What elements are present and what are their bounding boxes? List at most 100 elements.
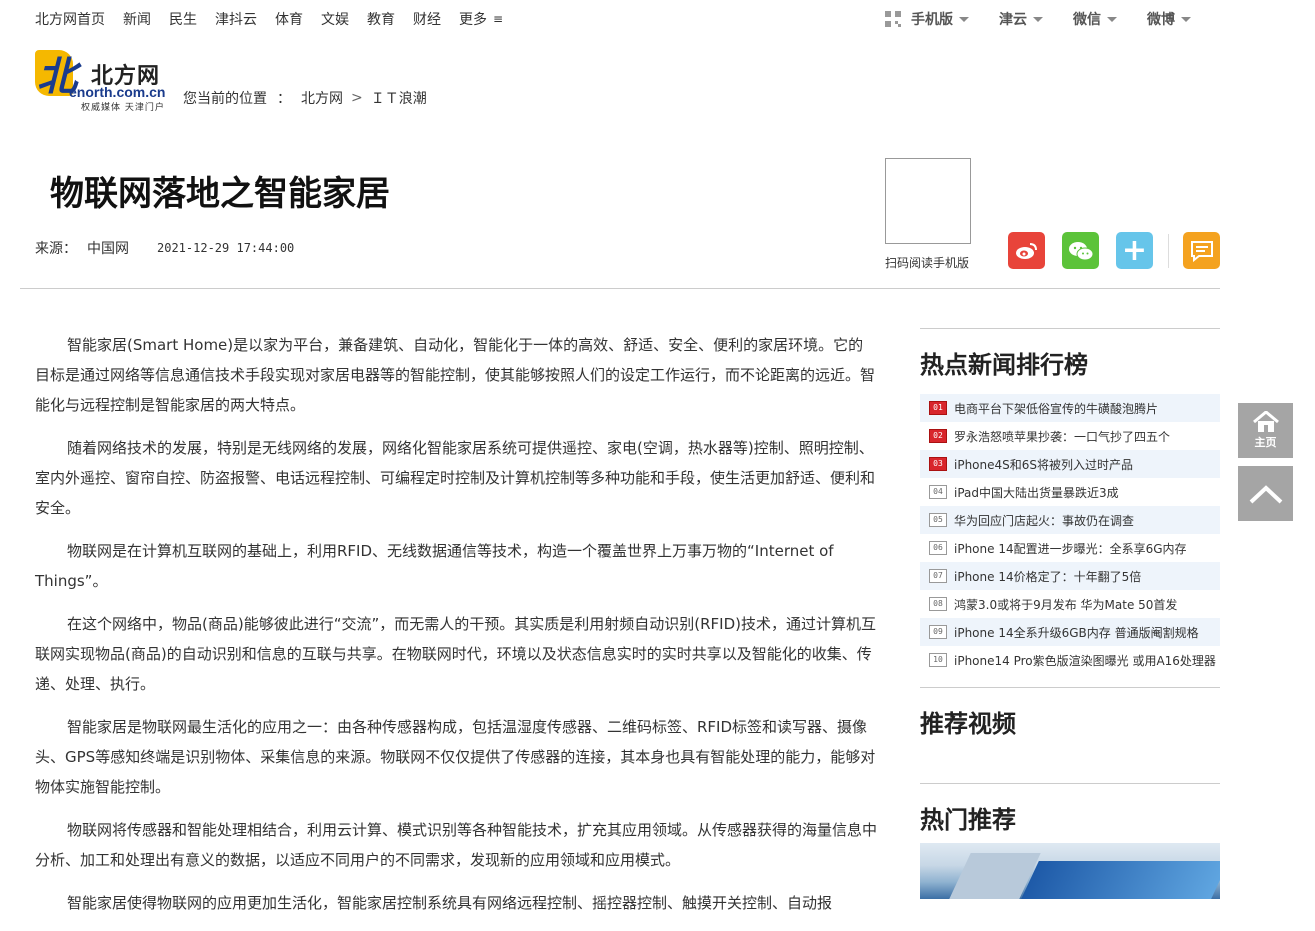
menu-icon: ≡	[493, 12, 504, 26]
share-wechat-button[interactable]	[1062, 232, 1099, 269]
rank-text: 鸿蒙3.0或将于9月发布 华为Mate 50首发	[954, 597, 1178, 612]
comment-button[interactable]	[1183, 232, 1220, 269]
nav-more[interactable]: 更多 ≡	[459, 9, 503, 29]
wechat-label: 微信	[1073, 12, 1101, 28]
rank-badge: 07	[929, 569, 947, 583]
rank-text: iPhone 14价格定了：十年翻了5倍	[954, 569, 1142, 584]
caret-down-icon	[1107, 16, 1117, 22]
video-title: 推荐视频	[920, 710, 1016, 738]
plus-icon: +	[1121, 233, 1148, 268]
qr-code-icon	[885, 11, 901, 27]
article-time: 2021-12-29 17:44:00	[157, 241, 295, 255]
rank-badge: 04	[929, 485, 947, 499]
jinyun-dropdown[interactable]: 津云	[999, 9, 1043, 29]
nav-education[interactable]: 教育	[367, 9, 395, 29]
hot-recommend-image[interactable]	[920, 843, 1220, 899]
list-item[interactable]: 02 罗永浩怒喷苹果抄袭：一口气抄了四五个	[920, 422, 1220, 450]
rank-text: iPhone4S和6S将被列入过时产品	[954, 457, 1134, 472]
list-item[interactable]: 09 iPhone 14全系升级6GB内存 普通版阉割规格	[920, 618, 1220, 646]
rank-text: iPhone 14配置进一步曝光：全系享6G内存	[954, 541, 1187, 556]
divider	[920, 687, 1220, 688]
rank-badge: 03	[929, 457, 947, 471]
breadcrumb-colon: ：	[277, 91, 291, 107]
article-paragraph: 物联网将传感器和智能处理相结合，利用云计算、模式识别等各种智能技术，扩充其应用领…	[35, 821, 878, 869]
caret-down-icon	[1181, 16, 1191, 22]
mobile-label: 手机版	[911, 12, 953, 28]
divider	[1168, 234, 1169, 268]
back-to-top-button[interactable]	[1238, 466, 1293, 521]
list-item[interactable]: 04 iPad中国大陆出货量暴跌近3成	[920, 478, 1220, 506]
site-logo[interactable]: 北 北方网 enorth.com.cn 权威媒体 天津门户	[35, 50, 166, 113]
article-source: 中国网	[87, 241, 129, 257]
divider	[920, 783, 1220, 784]
breadcrumb: 您当前的位置 ： 北方网 > ＩＴ浪潮	[183, 88, 427, 108]
rank-badge: 01	[929, 401, 947, 415]
share-weibo-button[interactable]	[1008, 232, 1045, 269]
weibo-dropdown[interactable]: 微博	[1147, 9, 1191, 29]
nav-entertainment[interactable]: 文娱	[321, 9, 349, 29]
list-item[interactable]: 10 iPhone14 Pro紫色版渲染图曝光 或用A16处理器	[920, 646, 1220, 674]
video-panel: 推荐视频	[920, 687, 1220, 739]
rank-badge: 02	[929, 429, 947, 443]
wechat-icon	[1068, 241, 1093, 260]
rank-text: 罗永浩怒喷苹果抄袭：一口气抄了四五个	[954, 429, 1171, 444]
weibo-icon	[1015, 242, 1037, 259]
share-more-button[interactable]: +	[1116, 232, 1153, 269]
mobile-qr-code	[885, 158, 971, 244]
hot-news-panel: 热点新闻排行榜 01 电商平台下架低俗宣传的牛磺酸泡腾片 02 罗永浩怒喷苹果抄袭：…	[920, 328, 1220, 674]
chevron-up-icon	[1249, 484, 1282, 503]
article-paragraph: 随着网络技术的发展，特别是无线网络的发展，网络化智能家居系统可提供遥控、家电(空…	[35, 439, 876, 517]
home-icon	[1252, 411, 1279, 432]
qr-caption: 扫码阅读手机版	[885, 256, 970, 270]
top-right-links: 手机版 津云 微信 微博	[885, 8, 1221, 30]
list-item[interactable]: 05 华为回应门店起火：事故仍在调查	[920, 506, 1220, 534]
breadcrumb-section[interactable]: ＩＴ浪潮	[371, 88, 427, 108]
chevron-right-icon: >	[351, 90, 363, 106]
rank-text: 电商平台下架低俗宣传的牛磺酸泡腾片	[954, 401, 1159, 416]
nav-livelihood[interactable]: 民生	[169, 9, 197, 29]
rank-badge: 08	[929, 597, 947, 611]
list-item[interactable]: 03 iPhone4S和6S将被列入过时产品	[920, 450, 1220, 478]
home-float-button[interactable]: 主页	[1238, 403, 1293, 458]
nav-home[interactable]: 北方网首页	[35, 9, 105, 29]
top-nav: 北方网首页 新闻 民生 津抖云 体育 文娱 教育 财经 更多 ≡	[35, 8, 521, 30]
hot-news-title: 热点新闻排行榜	[920, 351, 1088, 379]
list-item[interactable]: 07 iPhone 14价格定了：十年翻了5倍	[920, 562, 1220, 590]
breadcrumb-label: 您当前的位置	[183, 91, 267, 107]
article-meta: 来源： 中国网 2021-12-29 17:44:00	[35, 238, 294, 258]
list-item[interactable]: 01 电商平台下架低俗宣传的牛磺酸泡腾片	[920, 394, 1220, 422]
rank-text: iPad中国大陆出货量暴跌近3成	[954, 485, 1119, 500]
caret-down-icon	[1033, 16, 1043, 22]
rank-badge: 10	[929, 653, 947, 667]
jinyun-label: 津云	[999, 12, 1027, 28]
article-body: 智能家居(Smart Home)是以家为平台，兼备建筑、自动化，智能化于一体的高…	[35, 330, 877, 931]
source-label: 来源：	[35, 241, 77, 257]
rank-badge: 09	[929, 625, 947, 639]
nav-jindouyun[interactable]: 津抖云	[215, 9, 257, 29]
nav-more-label: 更多	[459, 12, 487, 28]
list-item[interactable]: 06 iPhone 14配置进一步曝光：全系享6G内存	[920, 534, 1220, 562]
article-paragraph: 在这个网络中，物品(商品)能够彼此进行“交流”，而无需人的干预。其实质是利用射频…	[35, 615, 876, 693]
breadcrumb-home[interactable]: 北方网	[301, 88, 343, 108]
article-paragraph: 智能家居使得物联网的应用更加生活化，智能家居控制系统具有网络远程控制、摇控器控制…	[67, 894, 833, 912]
article-paragraph: 智能家居(Smart Home)是以家为平台，兼备建筑、自动化，智能化于一体的高…	[35, 336, 876, 414]
home-label: 主页	[1254, 436, 1277, 449]
rank-badge: 05	[929, 513, 947, 527]
nav-news[interactable]: 新闻	[123, 9, 151, 29]
caret-down-icon	[959, 16, 969, 22]
hot-recommend-panel: 热门推荐	[920, 783, 1220, 835]
rank-text: iPhone14 Pro紫色版渲染图曝光 或用A16处理器	[954, 653, 1216, 668]
logo-slogan: 权威媒体 天津门户	[81, 103, 165, 113]
list-item[interactable]: 08 鸿蒙3.0或将于9月发布 华为Mate 50首发	[920, 590, 1220, 618]
rank-text: iPhone 14全系升级6GB内存 普通版阉割规格	[954, 625, 1199, 640]
wechat-dropdown[interactable]: 微信	[1073, 9, 1117, 29]
nav-finance[interactable]: 财经	[413, 9, 441, 29]
article-paragraph: 智能家居是物联网最生活化的应用之一：由各种传感器构成，包括温湿度传感器、二维码标…	[35, 718, 876, 796]
hot-news-list: 01 电商平台下架低俗宣传的牛磺酸泡腾片 02 罗永浩怒喷苹果抄袭：一口气抄了四五个…	[920, 394, 1220, 674]
article-paragraph: 物联网是在计算机互联网的基础上，利用RFID、无线数据通信等技术，构造一个覆盖世…	[35, 542, 834, 590]
nav-sports[interactable]: 体育	[275, 9, 303, 29]
logo-text-en: enorth.com.cn	[69, 84, 166, 100]
mobile-dropdown[interactable]: 手机版	[885, 9, 969, 29]
header-divider	[20, 288, 1220, 289]
weibo-label: 微博	[1147, 12, 1175, 28]
